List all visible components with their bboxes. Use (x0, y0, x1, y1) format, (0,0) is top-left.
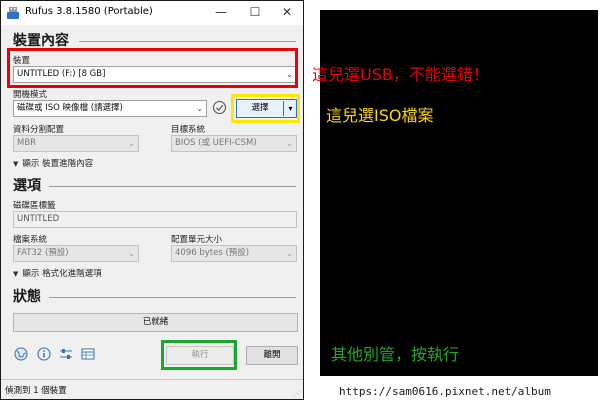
exit-button[interactable]: 離開 (246, 346, 298, 365)
usb-annotation: 這兒選USB，不能選錯！ (312, 65, 489, 84)
device-section-divider (79, 41, 296, 42)
status-section-heading: 狀態 (13, 289, 41, 305)
volume-label-input[interactable]: UNTITLED (13, 211, 297, 228)
device-advanced-label: 顯示 裝置進階內容 (22, 159, 94, 169)
file-system-select[interactable]: FAT32 (預設) ⌄ (13, 245, 139, 262)
title-bar: Rufus 3.8.1580 (Portable) — ☐ ✕ (1, 1, 303, 25)
volume-label-label: 磁碟區標籤 (13, 201, 56, 211)
device-advanced-toggle[interactable]: ▼ 顯示 裝置進階內容 (13, 157, 93, 169)
cluster-size-select[interactable]: 4096 bytes (預設) ⌄ (171, 245, 297, 262)
chevron-down-icon: ⌄ (128, 139, 135, 148)
status-section-divider (49, 297, 296, 298)
boot-selection-select[interactable]: 磁碟或 ISO 映像檔 (請選擇) ⌄ (13, 100, 207, 117)
format-section-divider (49, 186, 296, 187)
cluster-size-value: 4096 bytes (預設) (175, 248, 250, 258)
chevron-down-icon: ⌄ (286, 139, 293, 148)
device-section-heading: 裝置內容 (13, 33, 69, 49)
chevron-down-icon: ⌄ (128, 249, 135, 258)
chevron-down-icon: ▼ (13, 270, 19, 278)
red-highlight-box (7, 48, 298, 88)
iso-annotation: 這兒選ISO檔案 (326, 106, 434, 125)
minimize-button[interactable]: — (205, 1, 237, 25)
format-section-heading: 選項 (13, 178, 41, 194)
partition-scheme-label: 資料分割配置 (13, 125, 65, 135)
cluster-size-label: 配置單元大小 (171, 235, 223, 245)
target-system-label: 目標系統 (171, 125, 206, 135)
start-annotation: 其他別管，按執行 (331, 345, 460, 364)
boot-selection-value: 磁碟或 ISO 映像檔 (請選擇) (17, 103, 123, 113)
checkmark-circle-icon[interactable] (212, 100, 227, 115)
globe-icon[interactable] (14, 347, 28, 361)
format-advanced-toggle[interactable]: ▼ 顯示 格式化進階選項 (13, 267, 102, 279)
target-system-select[interactable]: BIOS (或 UEFI-CSM) ⌄ (171, 135, 297, 152)
chevron-down-icon: ⌄ (196, 104, 203, 113)
file-system-label: 檔案系統 (13, 235, 48, 245)
file-system-value: FAT32 (預設) (17, 248, 69, 258)
log-table-icon[interactable] (81, 347, 95, 361)
status-progress-bar: 已就緒 (13, 313, 298, 332)
info-icon[interactable] (37, 347, 51, 361)
yellow-highlight-box (231, 94, 300, 123)
maximize-button[interactable]: ☐ (239, 1, 271, 25)
window-title: Rufus 3.8.1580 (Portable) (25, 6, 153, 17)
target-system-value: BIOS (或 UEFI-CSM) (175, 138, 257, 148)
green-highlight-box (161, 340, 237, 370)
boot-selection-label: 開機模式 (13, 90, 48, 100)
rufus-usb-icon (7, 7, 19, 19)
status-bar: 偵測到 1 個裝置 ⋰ (1, 379, 303, 399)
format-advanced-label: 顯示 格式化進階選項 (22, 269, 102, 279)
resize-grip-icon[interactable]: ⋰ (293, 389, 301, 398)
status-bar-text: 偵測到 1 個裝置 (5, 386, 67, 396)
chevron-down-icon: ▼ (13, 160, 19, 168)
chevron-down-icon: ⌄ (286, 249, 293, 258)
settings-sliders-icon[interactable] (59, 347, 73, 361)
watermark-url: https://sam0616.pixnet.net/album (339, 385, 551, 398)
partition-scheme-value: MBR (17, 138, 37, 148)
partition-scheme-select[interactable]: MBR ⌄ (13, 135, 139, 152)
close-window-button[interactable]: ✕ (271, 1, 303, 25)
